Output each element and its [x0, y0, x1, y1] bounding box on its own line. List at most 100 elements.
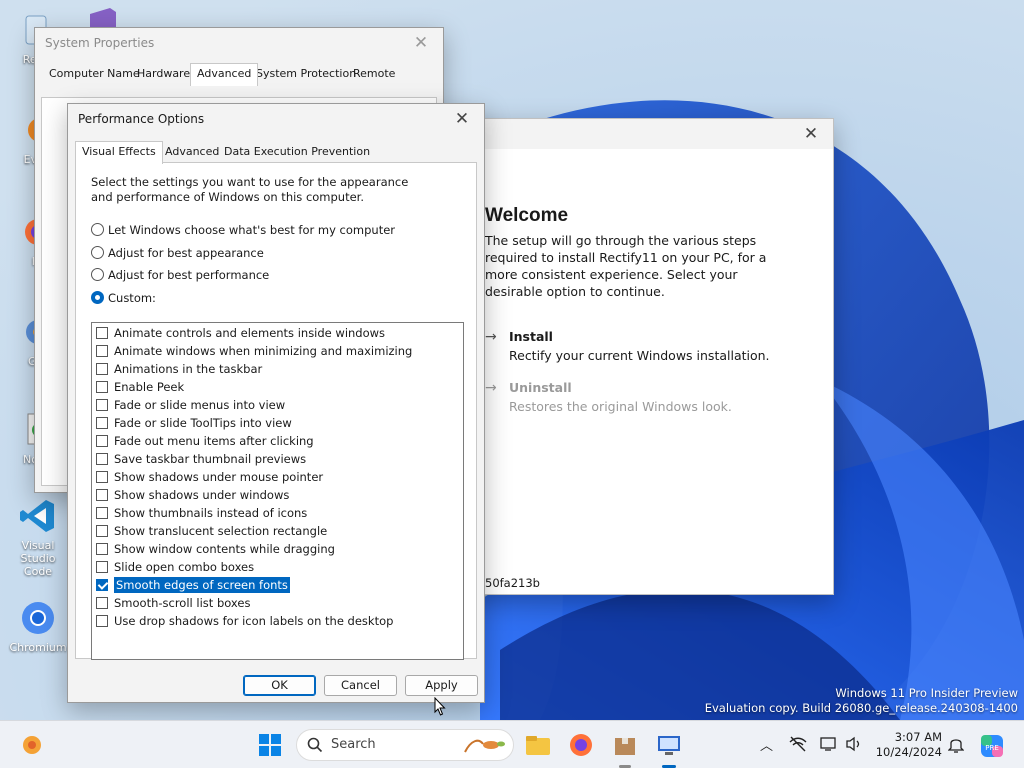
- firefox-icon[interactable]: [565, 729, 597, 761]
- tab-remote[interactable]: Remote: [347, 65, 401, 85]
- build-hash: 50fa213b: [485, 576, 540, 590]
- network-disconnected-icon[interactable]: [789, 736, 807, 752]
- close-icon[interactable]: ✕: [440, 104, 484, 134]
- checkbox[interactable]: [96, 435, 108, 447]
- desktop-icon-chromium[interactable]: Chromium: [6, 598, 70, 654]
- visual-effect-option[interactable]: Show translucent selection rectangle: [96, 523, 327, 540]
- system-properties-taskbar-icon[interactable]: [653, 729, 685, 761]
- vscode-icon: [20, 500, 54, 532]
- tab-advanced[interactable]: Advanced: [159, 143, 225, 163]
- intro-text: Select the settings you want to use for …: [91, 175, 409, 204]
- visual-effect-option[interactable]: Show shadows under mouse pointer: [96, 469, 323, 486]
- radio-label: Custom:: [108, 291, 156, 305]
- visual-effect-option[interactable]: Smooth edges of screen fonts: [96, 577, 290, 594]
- visual-effect-option[interactable]: Save taskbar thumbnail previews: [96, 451, 306, 468]
- visual-effect-option[interactable]: Enable Peek: [96, 379, 184, 396]
- apply-button[interactable]: Apply: [405, 675, 478, 696]
- checkbox[interactable]: [96, 543, 108, 555]
- radio-let-windows-choose[interactable]: Let Windows choose what's best for my co…: [91, 221, 395, 239]
- radio-best-performance[interactable]: Adjust for best performance: [91, 266, 269, 284]
- visual-effect-option[interactable]: Fade out menu items after clicking: [96, 433, 314, 450]
- checkbox[interactable]: [96, 579, 108, 591]
- window-title-text: System Properties: [45, 36, 155, 50]
- visual-effect-option[interactable]: Animate windows when minimizing and maxi…: [96, 343, 412, 360]
- visual-effect-option[interactable]: Fade or slide menus into view: [96, 397, 285, 414]
- visual-effects-list[interactable]: Animate controls and elements inside win…: [91, 322, 464, 660]
- tab-hardware[interactable]: Hardware: [131, 65, 196, 85]
- tab-bar: Visual Effects Advanced Data Execution P…: [75, 141, 477, 164]
- checkbox[interactable]: [96, 525, 108, 537]
- taskbar-search[interactable]: Search: [296, 729, 514, 761]
- visual-effect-label: Animate windows when minimizing and maxi…: [114, 344, 413, 358]
- watermark-line2: Evaluation copy. Build 26080.ge_release.…: [704, 701, 1018, 715]
- install-description: Rectify your current Windows installatio…: [509, 348, 770, 363]
- watermark-line1: Windows 11 Pro Insider Preview: [835, 686, 1018, 700]
- checkbox[interactable]: [96, 327, 108, 339]
- close-icon[interactable]: ✕: [789, 119, 833, 149]
- widgets-icon[interactable]: [16, 729, 48, 761]
- desktop-icon-label: Visual Studio Code: [20, 539, 56, 578]
- taskbar: Search ︿ 3:07 AM 10/24/2024 PRE: [0, 720, 1024, 768]
- checkbox[interactable]: [96, 489, 108, 501]
- checkbox[interactable]: [96, 453, 108, 465]
- copilot-icon[interactable]: PRE: [976, 730, 1008, 762]
- setup-heading: Welcome: [485, 205, 569, 226]
- visual-effect-label: Fade or slide ToolTips into view: [114, 416, 292, 430]
- visual-effect-option[interactable]: Animations in the taskbar: [96, 361, 262, 378]
- start-windows-icon[interactable]: [254, 729, 286, 761]
- checkbox[interactable]: [96, 363, 108, 375]
- cancel-button[interactable]: Cancel: [324, 675, 397, 696]
- radio-label: Adjust for best appearance: [108, 246, 264, 260]
- checkbox[interactable]: [96, 597, 108, 609]
- radio-label: Let Windows choose what's best for my co…: [108, 223, 396, 237]
- tab-data-execution-prevention[interactable]: Data Execution Prevention: [218, 143, 376, 163]
- checkbox[interactable]: [96, 417, 108, 429]
- radio-button: [91, 268, 104, 281]
- visual-effect-label: Smooth-scroll list boxes: [114, 596, 251, 610]
- visual-effect-option[interactable]: Slide open combo boxes: [96, 559, 254, 576]
- search-icon: [307, 737, 323, 753]
- tab-visual-effects[interactable]: Visual Effects: [75, 141, 163, 164]
- checkbox[interactable]: [96, 399, 108, 411]
- display-icon[interactable]: [820, 736, 838, 752]
- radio-best-appearance[interactable]: Adjust for best appearance: [91, 244, 264, 262]
- visual-effect-option[interactable]: Smooth-scroll list boxes: [96, 595, 250, 612]
- checkbox[interactable]: [96, 345, 108, 357]
- visual-effect-option[interactable]: Use drop shadows for icon labels on the …: [96, 613, 393, 630]
- package-installer-icon[interactable]: [609, 729, 641, 761]
- desktop-icon-label: Chromium: [9, 641, 67, 654]
- visual-effect-label: Save taskbar thumbnail previews: [114, 452, 307, 466]
- radio-custom[interactable]: Custom:: [91, 289, 156, 307]
- visual-effect-option[interactable]: Show thumbnails instead of icons: [96, 505, 307, 522]
- tab-system-protection[interactable]: System Protection: [250, 65, 362, 85]
- volume-icon[interactable]: [845, 736, 863, 752]
- visual-effect-label: Use drop shadows for icon labels on the …: [114, 614, 394, 628]
- visual-effect-label: Show translucent selection rectangle: [114, 524, 328, 538]
- setup-description: The setup will go through the various st…: [485, 233, 767, 299]
- checkbox[interactable]: [96, 381, 108, 393]
- visual-effect-label: Fade or slide menus into view: [114, 398, 286, 412]
- clock-date: 10/24/2024: [875, 745, 942, 759]
- close-icon[interactable]: ✕: [399, 28, 443, 58]
- file-explorer-icon[interactable]: [522, 729, 554, 761]
- visual-effect-label: Smooth edges of screen fonts: [114, 577, 290, 593]
- visual-effect-option[interactable]: Animate controls and elements inside win…: [96, 325, 385, 342]
- checkbox[interactable]: [96, 507, 108, 519]
- checkbox[interactable]: [96, 615, 108, 627]
- radio-button: [91, 291, 104, 304]
- checkbox[interactable]: [96, 471, 108, 483]
- visual-effect-label: Animations in the taskbar: [114, 362, 263, 376]
- visual-effects-panel: Select the settings you want to use for …: [75, 162, 477, 660]
- chevron-up-icon[interactable]: ︿: [760, 735, 773, 754]
- install-title: Install: [509, 329, 553, 344]
- desktop-icon-vscode[interactable]: Visual Studio Code: [6, 496, 70, 578]
- tab-advanced[interactable]: Advanced: [190, 63, 259, 86]
- visual-effect-option[interactable]: Show window contents while dragging: [96, 541, 335, 558]
- visual-effect-option[interactable]: Show shadows under windows: [96, 487, 289, 504]
- clock[interactable]: 3:07 AM 10/24/2024: [872, 730, 942, 760]
- checkbox[interactable]: [96, 561, 108, 573]
- mouse-cursor-icon: [434, 697, 446, 716]
- visual-effect-option[interactable]: Fade or slide ToolTips into view: [96, 415, 292, 432]
- notifications-bell-icon[interactable]: [948, 736, 964, 754]
- ok-button[interactable]: OK: [243, 675, 316, 696]
